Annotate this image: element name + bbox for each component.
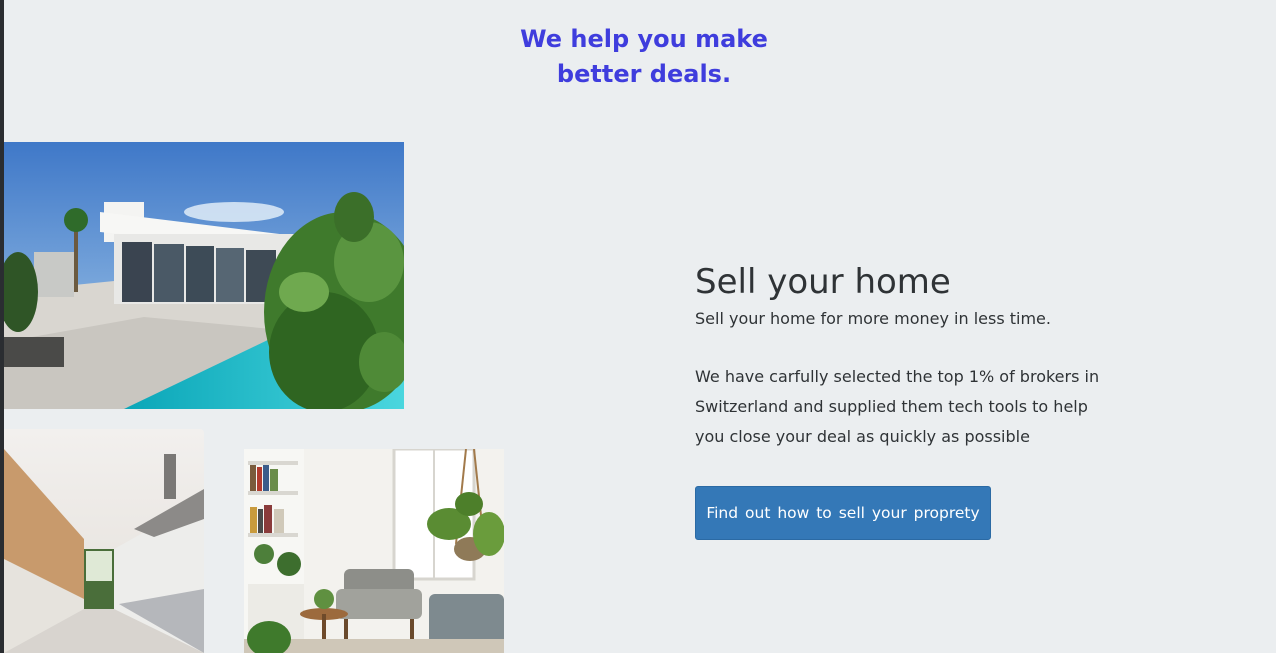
sell-description: We have carfully selected the top 1% of … bbox=[695, 367, 1100, 446]
villa-photo bbox=[4, 142, 404, 409]
sell-subtitle: Sell your home for more money in less ti… bbox=[695, 309, 1051, 328]
sell-home-section: Sell your home Sell your home for more m… bbox=[695, 260, 1115, 540]
kitchen-photo bbox=[4, 429, 204, 653]
hero-tagline: We help you make better deals. bbox=[520, 25, 768, 88]
living-room-photo bbox=[244, 449, 504, 653]
sell-title: Sell your home bbox=[695, 262, 951, 302]
sell-cta-button[interactable]: Find out how to sell your proprety bbox=[695, 486, 991, 540]
